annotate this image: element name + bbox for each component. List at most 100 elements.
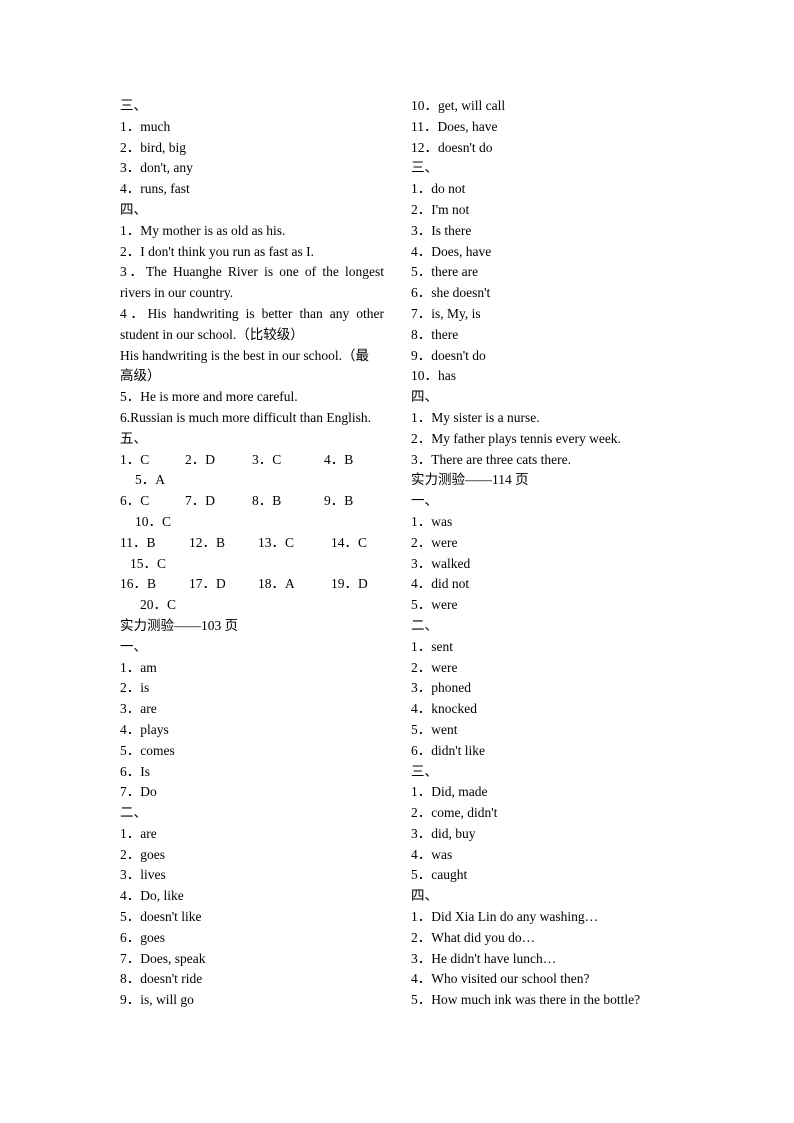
answer-item: 19．D (331, 576, 368, 592)
right-column: 10．get, will call 11．Does, have 12．doesn't… (411, 96, 675, 1011)
answer-line: rivers in our country. (120, 285, 234, 301)
answer-line: 11．Does, have (411, 118, 498, 134)
answer-line: 12．doesn't do (411, 139, 493, 155)
answer-row: 15．C (120, 554, 384, 575)
answer-item: 10．C (135, 513, 172, 529)
answer-row: 16．B 17．D 18．A 19．D (120, 574, 384, 595)
answer-line: 2．What did you do… (411, 929, 536, 945)
section-heading: 四、 (120, 201, 147, 217)
answer-item: 3．C (252, 451, 282, 467)
answer-item: 16．B (120, 576, 157, 592)
answer-row: 10．C (120, 512, 384, 533)
answer-item: 20．C (140, 597, 177, 613)
section-heading: 二、 (120, 805, 147, 821)
answer-item: 7．D (185, 493, 215, 509)
answer-line: 4．Who visited our school then? (411, 971, 590, 987)
answer-line: 3．Is there (411, 222, 472, 238)
section-heading: 一、 (120, 638, 147, 654)
answer-item: 15．C (130, 555, 167, 571)
answer-item: 1．C (120, 451, 150, 467)
answer-line: 5．He is more and more careful. (120, 389, 298, 405)
section-heading: 四、 (411, 389, 438, 405)
answer-item: 14．C (331, 534, 368, 550)
left-column: 三、 1．much 2．bird, big 3．don't, any 4．runs, f… (120, 96, 384, 1011)
answer-line: 4．did not (411, 576, 470, 592)
answer-line: 7．Do (120, 784, 157, 800)
answer-line: 2．I'm not (411, 201, 470, 217)
answer-line: 1．much (120, 118, 171, 134)
answer-item: 6．C (120, 493, 150, 509)
answer-line: 4．runs, fast (120, 181, 190, 197)
answer-line: 8．there (411, 326, 459, 342)
answer-row: 6．C 7．D 8．B 9．B (120, 491, 384, 512)
answer-line: 4．Do, like (120, 888, 184, 904)
answer-line: 2．bird, big (120, 139, 186, 155)
answer-line: His handwriting is the best in our schoo… (120, 347, 369, 363)
answer-item: 18．A (258, 576, 295, 592)
answer-line: 6．goes (120, 929, 165, 945)
answer-line: 1．am (120, 659, 157, 675)
section-heading: 三、 (120, 98, 147, 113)
answer-line: 4．Does, have (411, 243, 492, 259)
section-heading: 三、 (411, 763, 438, 779)
answer-line: 5．doesn't like (120, 909, 202, 925)
answer-row: 1．C 2．D 3．C 4．B (120, 450, 384, 471)
answer-line: 6．Is (120, 763, 150, 779)
answer-line: 3．walked (411, 555, 471, 571)
answer-line: 9．doesn't do (411, 347, 486, 363)
section-heading: 一、 (411, 493, 438, 509)
answer-line: 5．How much ink was there in the bottle? (411, 992, 641, 1008)
answer-item: 5．A (135, 472, 165, 488)
answer-line: 2．were (411, 659, 458, 675)
answer-item: 8．B (252, 493, 282, 509)
answer-line: 7．is, My, is (411, 305, 481, 321)
answer-line: 2．is (120, 680, 150, 696)
answer-line: 1．Did Xia Lin do any washing… (411, 909, 599, 925)
answer-item: 11．B (120, 534, 156, 550)
answer-line: 3．don't, any (120, 160, 193, 176)
answer-row: 20．C (120, 595, 384, 616)
answer-item: 13．C (258, 534, 295, 550)
answer-line: 1．sent (411, 638, 453, 654)
answer-row: 5．A (120, 470, 384, 491)
answer-line: 5．went (411, 721, 458, 737)
section-heading: 二、 (411, 617, 438, 633)
answer-row: 11．B 12．B 13．C 14．C (120, 533, 384, 554)
answer-line: 6．she doesn't (411, 285, 491, 301)
answer-line: 3．phoned (411, 680, 471, 696)
answer-line: 高级） (120, 368, 161, 384)
section-heading: 五、 (120, 430, 147, 446)
answer-line: 1．My mother is as old as his. (120, 222, 286, 238)
answer-line: 4．His handwriting is better than any oth… (120, 305, 384, 321)
answer-item: 4．B (324, 451, 354, 467)
answer-line: 1．do not (411, 181, 466, 197)
answer-item: 12．B (189, 534, 226, 550)
answer-line: 2．I don't think you run as fast as I. (120, 243, 315, 259)
answer-line: 5．comes (120, 742, 175, 758)
test-heading: 实力测验——103 页 (120, 617, 239, 633)
answer-line: 2．were (411, 534, 458, 550)
answer-line: 4．plays (120, 721, 169, 737)
section-heading: 三、 (411, 160, 438, 176)
answer-line: 3．are (120, 701, 157, 717)
answer-line: 2．come, didn't (411, 805, 498, 821)
answer-line: 5．there are (411, 264, 479, 280)
test-heading: 实力测验——114 页 (411, 472, 529, 488)
answer-line: 1．Did, made (411, 784, 488, 800)
answer-line: 1．My sister is a nurse. (411, 409, 540, 425)
answer-line: 10．get, will call (411, 98, 506, 113)
answer-line: 9．is, will go (120, 992, 194, 1008)
answer-item: 2．D (185, 451, 215, 467)
answer-line: 7．Does, speak (120, 950, 206, 966)
answer-line: 8．doesn't ride (120, 971, 203, 987)
answer-line: 4．was (411, 846, 453, 862)
answer-line: 1．are (120, 825, 157, 841)
answer-line: 2．My father plays tennis every week. (411, 430, 621, 446)
answer-item: 9．B (324, 493, 354, 509)
answer-line: 3．lives (120, 867, 166, 883)
answer-line: 2．goes (120, 846, 165, 862)
answer-line: 3．He didn't have lunch… (411, 950, 557, 966)
answer-line: 6.Russian is much more difficult than En… (120, 409, 371, 425)
answer-line: 6．didn't like (411, 742, 486, 758)
answer-line: 10．has (411, 368, 456, 384)
